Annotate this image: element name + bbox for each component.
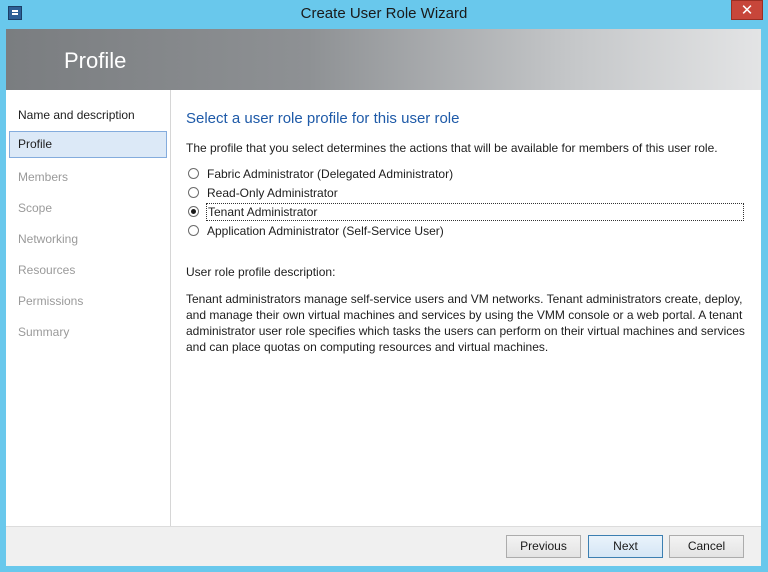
- radio-option-tenant-administrator[interactable]: Tenant Administrator: [186, 203, 744, 221]
- wizard-client-area: Profile Name and description Profile Mem…: [6, 29, 761, 566]
- radio-button-selected[interactable]: [188, 206, 199, 217]
- radio-button[interactable]: [188, 225, 199, 236]
- button-bar: Previous Next Cancel: [6, 526, 761, 566]
- radio-button[interactable]: [188, 168, 199, 179]
- wizard-window: Create User Role Wizard ✕ Profile Name a…: [0, 0, 768, 572]
- sidebar-item-scope[interactable]: Scope: [9, 195, 167, 222]
- wizard-steps-sidebar: Name and description Profile Members Sco…: [6, 90, 171, 526]
- radio-label[interactable]: Tenant Administrator: [206, 203, 744, 221]
- cancel-button[interactable]: Cancel: [669, 535, 744, 558]
- radio-label[interactable]: Fabric Administrator (Delegated Administ…: [206, 167, 454, 181]
- sidebar-item-members[interactable]: Members: [9, 164, 167, 191]
- section-heading: Select a user role profile for this user…: [186, 110, 460, 127]
- sidebar-item-summary[interactable]: Summary: [9, 319, 167, 346]
- profile-description-text: Tenant administrators manage self-servic…: [186, 292, 745, 354]
- sidebar-item-resources[interactable]: Resources: [9, 257, 167, 284]
- close-button[interactable]: ✕: [731, 0, 763, 20]
- title-bar[interactable]: Create User Role Wizard ✕: [0, 0, 768, 28]
- radio-label[interactable]: Application Administrator (Self-Service …: [206, 224, 445, 238]
- radio-label[interactable]: Read-Only Administrator: [206, 186, 339, 200]
- description-label: User role profile description:: [186, 265, 336, 279]
- radio-option-read-only-administrator[interactable]: Read-Only Administrator: [186, 184, 744, 202]
- radio-option-application-administrator[interactable]: Application Administrator (Self-Service …: [186, 222, 744, 240]
- window-title: Create User Role Wizard: [300, 5, 468, 22]
- intro-text: The profile that you select determines t…: [186, 141, 718, 155]
- previous-button[interactable]: Previous: [506, 535, 581, 558]
- sidebar-item-permissions[interactable]: Permissions: [9, 288, 167, 315]
- radio-button[interactable]: [188, 187, 199, 198]
- header-banner: Profile: [6, 29, 761, 90]
- main-panel: Select a user role profile for this user…: [171, 90, 761, 526]
- next-button[interactable]: Next: [588, 535, 663, 558]
- sidebar-item-name-and-description[interactable]: Name and description: [9, 102, 167, 129]
- sidebar-item-networking[interactable]: Networking: [9, 226, 167, 253]
- page-title: Profile: [64, 48, 127, 73]
- sidebar-item-profile[interactable]: Profile: [9, 131, 167, 158]
- radio-option-fabric-administrator[interactable]: Fabric Administrator (Delegated Administ…: [186, 165, 744, 183]
